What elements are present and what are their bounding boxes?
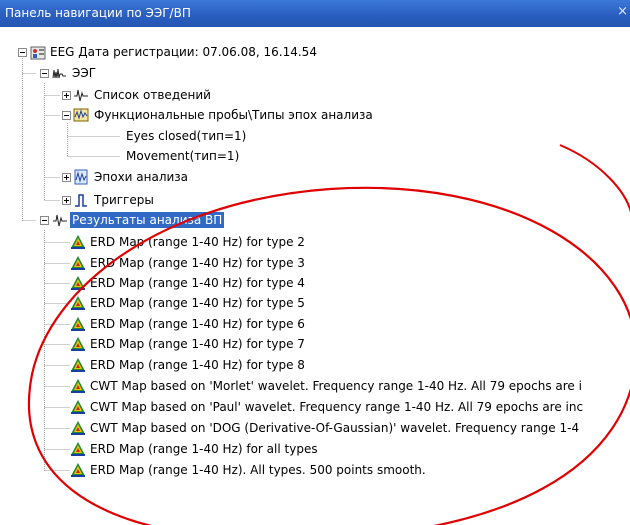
topographic-map-icon	[71, 317, 85, 331]
expand-epochs-toggle[interactable]	[62, 173, 71, 182]
tree-node-movement[interactable]: Movement(тип=1)	[124, 148, 241, 164]
topographic-map-icon	[71, 235, 85, 249]
tree-node-root[interactable]: EEG Дата регистрации: 07.06.08, 16.14.54	[48, 44, 319, 60]
patient-record-icon	[30, 46, 46, 60]
tree-node-leads[interactable]: Список отведений	[92, 87, 213, 103]
tree-node-result-item[interactable]: ERD Map (range 1-40 Hz) for type 3	[88, 255, 307, 271]
tree-node-result-item[interactable]: ERD Map (range 1-40 Hz) for type 7	[88, 336, 307, 352]
topographic-map-icon	[71, 463, 85, 477]
collapse-eeg-toggle[interactable]	[40, 69, 49, 78]
tree-node-result-item[interactable]: CWT Map based on 'Morlet' wavelet. Frequ…	[88, 378, 584, 394]
tree-node-result-item[interactable]: ERD Map (range 1-40 Hz) for type 6	[88, 316, 307, 332]
close-icon[interactable]: ×	[617, 4, 628, 19]
tree-node-eeg[interactable]: ЭЭГ	[70, 65, 98, 81]
tree-node-result-item[interactable]: ERD Map (range 1-40 Hz) for type 4	[88, 275, 307, 291]
topographic-map-icon	[71, 400, 85, 414]
tree-node-result-item[interactable]: CWT Map based on 'DOG (Derivative-Of-Gau…	[88, 420, 581, 436]
expand-triggers-toggle[interactable]	[62, 196, 71, 205]
collapse-root-toggle[interactable]	[18, 48, 27, 57]
signal-trace-icon	[53, 214, 67, 227]
collapse-tests-toggle[interactable]	[62, 111, 71, 120]
tree-node-result-item[interactable]: ERD Map (range 1-40 Hz) for type 5	[88, 295, 307, 311]
tree-node-result-item[interactable]: CWT Map based on 'Paul' wavelet. Frequen…	[88, 399, 585, 415]
topographic-map-icon	[71, 256, 85, 270]
topographic-map-icon	[71, 358, 85, 372]
tree-node-epochs[interactable]: Эпохи анализа	[92, 169, 190, 185]
epochs-icon	[74, 169, 88, 185]
signal-trace-icon	[74, 89, 88, 102]
tree-node-result-item[interactable]: ERD Map (range 1-40 Hz). All types. 500 …	[88, 462, 428, 478]
window-title: Панель навигации по ЭЭГ/ВП	[5, 6, 191, 20]
eeg-wave-icon	[52, 68, 66, 79]
window-titlebar: Панель навигации по ЭЭГ/ВП ×	[0, 0, 630, 27]
tree-node-eyes-closed[interactable]: Eyes closed(тип=1)	[124, 128, 248, 144]
topographic-map-icon	[71, 421, 85, 435]
tree-node-result-item[interactable]: ERD Map (range 1-40 Hz) for type 2	[88, 234, 307, 250]
topographic-map-icon	[71, 442, 85, 456]
expand-leads-toggle[interactable]	[62, 91, 71, 100]
epoch-types-icon	[73, 108, 89, 122]
topographic-map-icon	[71, 276, 85, 290]
tree-node-triggers[interactable]: Триггеры	[92, 192, 156, 208]
collapse-results-toggle[interactable]	[40, 216, 49, 225]
topographic-map-icon	[71, 337, 85, 351]
topographic-map-icon	[71, 379, 85, 393]
tree-node-result-item[interactable]: ERD Map (range 1-40 Hz) for type 8	[88, 357, 307, 373]
tree-node-result-item[interactable]: ERD Map (range 1-40 Hz) for all types	[88, 441, 320, 457]
tree-node-tests[interactable]: Функциональные пробы\Типы эпох анализа	[92, 107, 375, 123]
trigger-icon	[75, 194, 87, 207]
tree-node-results[interactable]: Результаты анализа ВП	[70, 212, 225, 228]
topographic-map-icon	[71, 296, 85, 310]
navigation-tree[interactable]: EEG Дата регистрации: 07.06.08, 16.14.54…	[0, 27, 630, 525]
